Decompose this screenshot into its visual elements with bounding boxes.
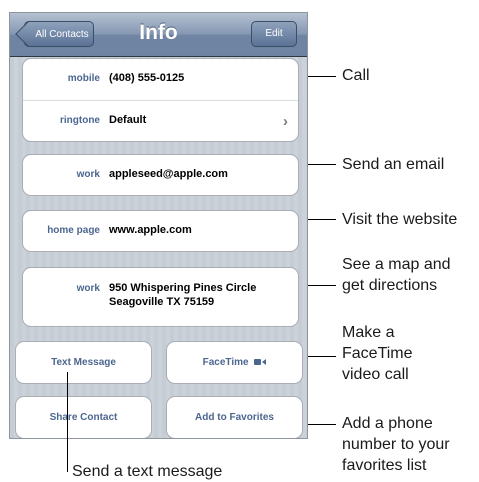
address-line1: 950 Whispering Pines Circle: [109, 282, 257, 294]
call-leader-line: [308, 76, 336, 77]
callout-facetime-line1: Make a: [342, 324, 395, 341]
text-message-leader-line: [67, 372, 68, 472]
homepage-value: www.apple.com: [109, 224, 192, 236]
ringtone-row[interactable]: ringtone Default ›: [23, 100, 298, 141]
mobile-number: (408) 555-0125: [109, 72, 185, 84]
ringtone-value: Default: [109, 114, 147, 126]
map-leader-line: [308, 285, 336, 286]
email-label: work: [76, 169, 100, 180]
callout-email: Send an email: [342, 156, 445, 173]
callout-website: Visit the website: [342, 211, 458, 228]
address-line2: Seagoville TX 75159: [109, 296, 215, 308]
ringtone-label: ringtone: [60, 115, 100, 126]
facetime-button[interactable]: FaceTime: [166, 341, 303, 384]
address-group[interactable]: work 950 Whispering Pines Circle Seagovi…: [22, 267, 299, 327]
text-message-button[interactable]: Text Message: [15, 341, 152, 384]
chevron-right-icon: ›: [283, 113, 288, 130]
email-value: appleseed@apple.com: [109, 168, 228, 180]
phone-ringtone-group: mobile (408) 555-0125 ringtone Default ›: [22, 58, 299, 142]
email-group[interactable]: work appleseed@apple.com: [22, 154, 299, 196]
mobile-label: mobile: [67, 73, 100, 84]
callout-text-message: Send a text message: [72, 463, 223, 480]
share-contact-button[interactable]: Share Contact: [15, 396, 152, 438]
contact-info-screen: All Contacts Info Edit mobile (408) 555-…: [9, 12, 308, 439]
callout-call: Call: [342, 67, 370, 84]
homepage-group[interactable]: home page www.apple.com: [22, 210, 299, 252]
callout-map: See a map and get directions: [342, 254, 451, 296]
callout-favorites-line3: favorites list: [342, 457, 427, 474]
callout-favorites-line1: Add a phone: [342, 415, 433, 432]
address-label: work: [76, 283, 100, 294]
add-to-favorites-button[interactable]: Add to Favorites: [166, 396, 303, 438]
callout-map-line2: get directions: [342, 277, 438, 294]
callout-facetime-line3: video call: [342, 366, 409, 383]
callout-facetime: Make a FaceTime video call: [342, 322, 413, 385]
callout-favorites-line2: number to your: [342, 436, 450, 453]
edit-button[interactable]: Edit: [251, 21, 297, 47]
favorites-leader-line: [308, 424, 336, 425]
callout-facetime-line2: FaceTime: [342, 345, 413, 362]
callout-map-line1: See a map and: [342, 256, 451, 273]
mobile-row[interactable]: mobile (408) 555-0125: [23, 59, 298, 100]
website-leader-line: [308, 219, 336, 220]
facetime-leader-line: [308, 356, 336, 357]
navigation-bar: All Contacts Info Edit: [10, 13, 307, 57]
facetime-label: FaceTime: [202, 357, 249, 369]
video-camera-icon: [254, 342, 267, 383]
email-leader-line: [308, 164, 336, 165]
homepage-label: home page: [47, 225, 100, 236]
callout-favorites: Add a phone number to your favorites lis…: [342, 413, 450, 476]
